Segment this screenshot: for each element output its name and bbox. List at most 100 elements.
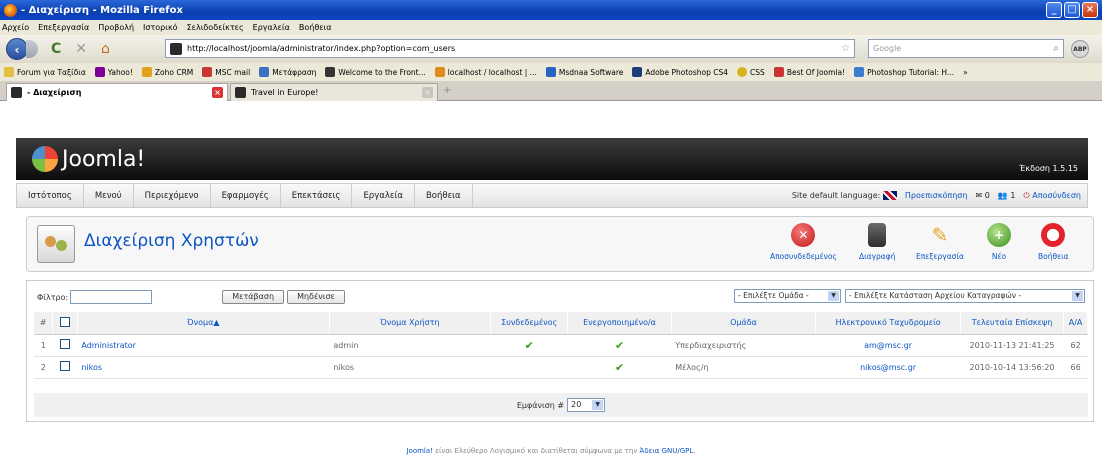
bookmark-item[interactable]: localhost / localhost | ...	[434, 67, 537, 77]
row-checkbox[interactable]	[59, 339, 70, 349]
joomla-link[interactable]: Joomla!	[406, 447, 433, 455]
row-checkbox[interactable]	[59, 361, 70, 371]
pagination-bar: Εμφάνιση # 20 ▼	[34, 393, 1088, 417]
bookmark-item[interactable]: Welcome to the Front...	[325, 67, 426, 77]
browser-menubar: Αρχείο Επεξεργασία Προβολή Ιστορικό Σελι…	[0, 20, 1102, 35]
logout-link[interactable]: ⏻ Αποσύνδεση	[1023, 191, 1081, 201]
joomla-favicon-icon	[235, 87, 246, 98]
search-icon[interactable]: ⌕	[1053, 43, 1059, 54]
menu-edit[interactable]: Επεξεργασία	[38, 23, 89, 32]
tab-travel-in-europe[interactable]: Travel in Europe! ×	[230, 83, 438, 101]
group-select[interactable]: - Επιλέξτε Ομάδα - ▼	[734, 289, 841, 303]
column-name[interactable]: Όνομα▲	[77, 312, 330, 335]
maximize-button[interactable]: □	[1064, 2, 1080, 18]
table-row: 2 nikos nikos ✔ Μέλος/η nikos@msc.gr 2010-10-1…	[34, 356, 1088, 379]
menu-file[interactable]: Αρχείο	[2, 23, 29, 32]
last-visit: 2010-10-14 13:56:20	[960, 356, 1064, 379]
new-tab-icon[interactable]: +	[443, 85, 451, 96]
menu-tools[interactable]: Εργαλεία	[253, 23, 290, 32]
close-window-button[interactable]: ×	[1082, 2, 1098, 18]
delete-button[interactable]: Διαγραφή	[859, 223, 895, 261]
logout-user-button[interactable]: ✕ Αποσυνδεδεμένος	[770, 223, 837, 261]
user-email: nikos@msc.gr	[815, 356, 961, 379]
bookmark-item[interactable]: Zoho CRM	[141, 67, 193, 77]
menu-site[interactable]: Ιστότοπος	[17, 184, 84, 207]
edit-button[interactable]: ✎ Επεξεργασία	[916, 223, 964, 261]
column-email[interactable]: Ηλεκτρονικό Ταχυδρομείο	[815, 312, 961, 335]
users-table: # Όνομα▲ Όνομα Χρήστη Συνδεδεμένος Ενεργ…	[34, 312, 1088, 379]
column-username[interactable]: Όνομα Χρήστη	[329, 312, 491, 335]
bookmark-item[interactable]: CSS	[737, 67, 765, 77]
bookmark-item[interactable]: Forum για Ταξίδια	[4, 67, 86, 77]
check-icon[interactable]: ✔	[615, 339, 624, 352]
close-tab-icon[interactable]: ×	[422, 87, 433, 98]
firefox-icon	[4, 3, 17, 17]
joomla-favicon-icon	[11, 87, 22, 98]
menu-view[interactable]: Προβολή	[98, 23, 134, 32]
back-button[interactable]: ‹	[6, 38, 28, 60]
email-link[interactable]: nikos@msc.gr	[860, 363, 916, 372]
gpl-license-link[interactable]: Άδεια GNU/GPL	[639, 447, 693, 455]
menu-extensions[interactable]: Επεκτάσεις	[281, 184, 353, 207]
bookmark-item[interactable]: MSC mail	[202, 67, 250, 77]
user-name-link[interactable]: nikos	[81, 363, 102, 372]
menu-content[interactable]: Περιεχόμενο	[134, 184, 211, 207]
menu-help[interactable]: Βοήθεια	[299, 23, 332, 32]
bookmark-star-icon[interactable]: ☆	[841, 43, 850, 54]
new-button[interactable]: + Νέο	[987, 223, 1011, 261]
menu-tools[interactable]: Εργαλεία	[352, 184, 415, 207]
filter-input[interactable]	[70, 290, 153, 304]
page-title: Διαχείριση Χρηστών	[84, 231, 259, 251]
menu-bookmarks[interactable]: Σελιδοδείκτες	[187, 23, 244, 32]
preview-link[interactable]: Προεπισκόπηση	[905, 191, 968, 200]
tab-administration[interactable]: - Διαχείριση ×	[6, 83, 228, 101]
help-button[interactable]: Βοήθεια	[1038, 223, 1069, 261]
menu-help[interactable]: Βοήθεια	[415, 184, 473, 207]
go-button[interactable]: Μετάβαση	[222, 290, 285, 304]
navigation-toolbar: ‹ C ✕ ⌂ http://localhost/joomla/administ…	[0, 35, 1102, 63]
close-tab-icon[interactable]: ×	[212, 87, 223, 98]
column-last-visit[interactable]: Τελευταία Επίσκεψη	[960, 312, 1065, 335]
window-controls: _ □ ×	[1046, 2, 1098, 18]
bookmark-item[interactable]: Adobe Photoshop CS4	[632, 67, 728, 77]
bookmark-item[interactable]: Μετάφραση	[259, 67, 316, 77]
reset-button[interactable]: Μηδένισε	[287, 290, 345, 304]
stop-icon[interactable]: ✕	[75, 41, 87, 57]
user-name: Administrator	[77, 334, 330, 357]
user-name-link[interactable]: Administrator	[81, 341, 136, 350]
column-id[interactable]: Α/Α	[1063, 312, 1088, 335]
menu-history[interactable]: Ιστορικό	[143, 23, 178, 32]
menu-components[interactable]: Εφαρμογές	[211, 184, 281, 207]
row-number: 2	[34, 356, 53, 379]
select-all-checkbox[interactable]	[59, 316, 70, 327]
display-limit-select[interactable]: 20 ▼	[567, 398, 606, 412]
window-title: - Διαχείριση - Mozilla Firefox	[21, 4, 183, 16]
forward-button[interactable]	[26, 40, 38, 58]
user-group: Μέλος/η	[671, 356, 816, 379]
bookmark-item[interactable]: Yahoo!	[94, 67, 133, 77]
user-username: nikos	[329, 356, 491, 379]
log-status-select[interactable]: - Επιλέξτε Κατάσταση Αρχείου Καταγραφών …	[845, 289, 1085, 303]
reload-icon[interactable]: C	[51, 41, 61, 57]
check-icon[interactable]: ✔	[615, 361, 624, 374]
column-enabled[interactable]: Ενεργοποιημένο/α	[567, 312, 672, 335]
column-group[interactable]: Ομάδα	[671, 312, 817, 335]
user-name: nikos	[77, 356, 330, 379]
column-logged-in[interactable]: Συνδεδεμένος	[490, 312, 569, 335]
joomla-header: Joomla! Έκδοση 1.5.15	[16, 138, 1088, 180]
home-icon[interactable]: ⌂	[101, 41, 110, 57]
email-link[interactable]: am@msc.gr	[864, 341, 912, 350]
address-bar[interactable]: http://localhost/joomla/administrator/in…	[165, 39, 855, 58]
search-input[interactable]: Google ⌕	[868, 39, 1064, 58]
menu-menus[interactable]: Μενού	[84, 184, 134, 207]
lifebuoy-icon	[1041, 223, 1066, 247]
bookmarks-overflow-icon[interactable]: »	[963, 68, 968, 77]
minimize-button[interactable]: _	[1046, 2, 1062, 18]
bookmark-item[interactable]: Photoshop Tutorial: H...	[854, 67, 954, 77]
bookmark-item[interactable]: Best Of Joomla!	[773, 67, 845, 77]
adblock-icon[interactable]: ABP	[1071, 40, 1089, 58]
user-group: Υπερδιαχειριστής	[671, 334, 816, 357]
column-select-all	[52, 312, 78, 335]
site-language: Site default language:	[792, 191, 897, 200]
bookmark-item[interactable]: Msdnaa Software	[545, 67, 623, 77]
